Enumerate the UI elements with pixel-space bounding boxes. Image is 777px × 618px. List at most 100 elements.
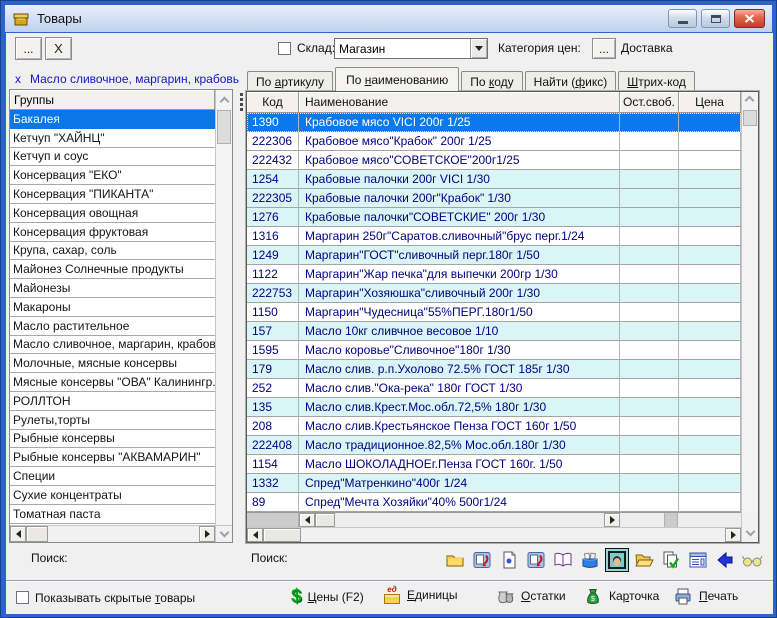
scroll-left-button[interactable] (299, 513, 315, 527)
filter-clear-x[interactable]: x (15, 72, 21, 86)
groups-vscrollbar[interactable] (215, 110, 232, 525)
table-row[interactable]: 222306 Крабовое мясо"Крабок" 200г 1/25 (247, 132, 741, 151)
table-hscrollbar[interactable] (247, 527, 741, 542)
folder-open-icon[interactable] (632, 548, 656, 572)
table-row[interactable]: 222753 Маргарин"Хозяюшка"сливочный 200г … (247, 284, 741, 303)
vscroll-thumb[interactable] (217, 110, 231, 144)
dropdown-button[interactable] (470, 39, 487, 58)
back-arrow-icon[interactable] (713, 548, 737, 572)
show-hidden-checkbox[interactable] (16, 591, 29, 604)
table-row[interactable]: 208 Масло слив.Крестьянское Пенза ГОСТ 1… (247, 417, 741, 436)
warehouse-select[interactable]: Магазин (334, 38, 488, 59)
scroll-down-button[interactable] (215, 525, 232, 542)
tab-barcode[interactable]: Штрих-код (618, 71, 695, 91)
group-list-item[interactable]: Крупа, сахар, соль (10, 242, 215, 261)
table-row[interactable]: 222408 Масло традиционное.82,5% Мос.обл.… (247, 436, 741, 455)
group-list-item[interactable]: Масло сливочное, маргарин, крабовы (10, 336, 215, 355)
hscroll-track[interactable] (48, 526, 199, 542)
picture-icon[interactable] (605, 548, 629, 572)
scroll-left-button[interactable] (10, 526, 26, 542)
panel-splitter[interactable] (240, 93, 243, 111)
tab-by-name[interactable]: По наименованию (335, 67, 459, 91)
table-row[interactable]: 1254 Крабовые палочки 200г VICI 1/30 (247, 170, 741, 189)
table-row[interactable]: 1595 Масло коровье"Сливочное"180г 1/30 (247, 341, 741, 360)
vscroll-thumb[interactable] (743, 110, 757, 126)
glasses-icon[interactable] (740, 548, 764, 572)
group-list-item[interactable]: Майонез Солнечные продукты (10, 260, 215, 279)
more-button[interactable]: ... (15, 37, 42, 60)
group-list-item[interactable]: Макароны (10, 298, 215, 317)
close-button[interactable] (734, 9, 765, 28)
group-list-item[interactable]: Томатная паста (10, 505, 215, 524)
column-header-name[interactable]: Наименование (299, 92, 620, 113)
table-row[interactable]: 1150 Маргарин"Чудесница"55%ПЕРГ.180г1/50 (247, 303, 741, 322)
scroll-right-button[interactable] (604, 513, 620, 527)
table-row[interactable]: 1276 Крабовые палочки"СОВЕТСКИЕ" 200г 1/… (247, 208, 741, 227)
stock-button[interactable]: Остатки (495, 586, 566, 606)
column-header-free[interactable]: Ост.своб. (620, 92, 679, 113)
active-group-filter[interactable]: xМасло сливочное, маргарин, крабовь (15, 72, 239, 86)
group-list-item[interactable]: Масло растительное (10, 317, 215, 336)
copy-check-icon[interactable] (659, 548, 683, 572)
table-row[interactable]: 135 Масло слив.Крест.Мос.обл.72,5% 180г … (247, 398, 741, 417)
group-list-item[interactable]: Рыбные консервы "АКВАМАРИН" (10, 448, 215, 467)
table-row[interactable]: 1332 Спред"Матренкино"400г 1/24 (247, 474, 741, 493)
scroll-right-button[interactable] (725, 528, 741, 542)
column-header-code[interactable]: Код (247, 92, 299, 113)
card-file-icon[interactable] (578, 548, 602, 572)
price-category-button[interactable]: ... (592, 38, 616, 59)
hscroll-thumb[interactable] (26, 526, 48, 542)
list-view-icon[interactable] (686, 548, 710, 572)
show-hidden-label[interactable]: Показывать скрытые товары (35, 591, 195, 605)
scroll-left-button[interactable] (247, 528, 263, 542)
table-row[interactable]: 1154 Масло ШОКОЛАДНОЕг.Пенза ГОСТ 160г. … (247, 455, 741, 474)
minimize-button[interactable] (668, 9, 697, 28)
table-row[interactable]: 1249 Маргарин"ГОСТ"сливочный перг.180г 1… (247, 246, 741, 265)
group-list-item[interactable]: Сухие концентраты (10, 486, 215, 505)
tab-by-code[interactable]: По коду (461, 71, 522, 91)
group-list-item[interactable]: Мясные консервы "ОВА" Калинингр. (10, 373, 215, 392)
group-list-item[interactable]: Кетчуп "ХАЙНЦ" (10, 129, 215, 148)
group-list-item[interactable]: Рыбные консервы (10, 430, 215, 449)
hscroll-thumb[interactable] (263, 528, 301, 542)
table-row[interactable]: 157 Масло 10кг сливчное весовое 1/10 (247, 322, 741, 341)
table-row[interactable]: 1390 Крабовое мясо VICI 200г 1/25 (247, 113, 741, 132)
table-row[interactable]: 1122 Маргарин"Жар печка"для выпечки 200г… (247, 265, 741, 284)
scroll-right-button[interactable] (199, 526, 215, 542)
table-vscrollbar[interactable] (741, 92, 758, 512)
table-row[interactable]: 1316 Маргарин 250г"Саратов.сливочный"бру… (247, 227, 741, 246)
hscroll-thumb[interactable] (315, 513, 335, 527)
column-header-price[interactable]: Цена (679, 92, 741, 113)
column-scroll-band[interactable] (247, 512, 741, 527)
print-button[interactable]: Печать (673, 586, 738, 606)
doc-import2-icon[interactable] (524, 548, 548, 572)
table-row[interactable]: 252 Масло слив."Ока-река" 180г ГОСТ 1/30 (247, 379, 741, 398)
doc-import-icon[interactable] (470, 548, 494, 572)
hscroll-track[interactable] (301, 528, 725, 542)
table-row[interactable]: 179 Масло слив. р.п.Ухолово 72.5% ГОСТ 1… (247, 360, 741, 379)
title-bar[interactable]: Товары (5, 5, 772, 32)
maximize-button[interactable] (701, 9, 730, 28)
clear-filter-button[interactable]: X (45, 37, 72, 60)
group-list-item[interactable]: РОЛЛТОН (10, 392, 215, 411)
scroll-up-button[interactable] (215, 90, 232, 110)
group-list-item[interactable]: Майонезы (10, 279, 215, 298)
group-list-item[interactable]: Консервация "ЕКО" (10, 166, 215, 185)
folder-closed-icon[interactable] (443, 548, 467, 572)
group-list-item[interactable]: Специи (10, 467, 215, 486)
groups-hscrollbar[interactable] (10, 525, 215, 542)
prices-button[interactable]: $ Цены (F2) (291, 586, 364, 608)
units-button[interactable]: ед Единицы (383, 586, 458, 604)
table-row[interactable]: 222432 Крабовое мясо"СОВЕТСКОЕ"200г1/25 (247, 151, 741, 170)
tab-find-fixed[interactable]: Найти (фикс) (525, 71, 617, 91)
group-list-item[interactable]: Кетчуп и соус (10, 148, 215, 167)
doc-preview-icon[interactable] (497, 548, 521, 572)
table-row[interactable]: 222305 Крабовые палочки 200г"Крабок" 1/3… (247, 189, 741, 208)
tab-by-article[interactable]: По артикулу (247, 71, 333, 91)
open-book-icon[interactable] (551, 548, 575, 572)
group-list-item[interactable]: Молочные, мясные консервы (10, 354, 215, 373)
group-list-item[interactable]: Консервация "ПИКАНТА" (10, 185, 215, 204)
group-list-item[interactable]: Консервация овощная (10, 204, 215, 223)
table-row[interactable]: 89 Спред"Мечта Хозяйки"40% 500г1/24 (247, 493, 741, 512)
card-button[interactable]: $ Карточка (583, 586, 659, 606)
